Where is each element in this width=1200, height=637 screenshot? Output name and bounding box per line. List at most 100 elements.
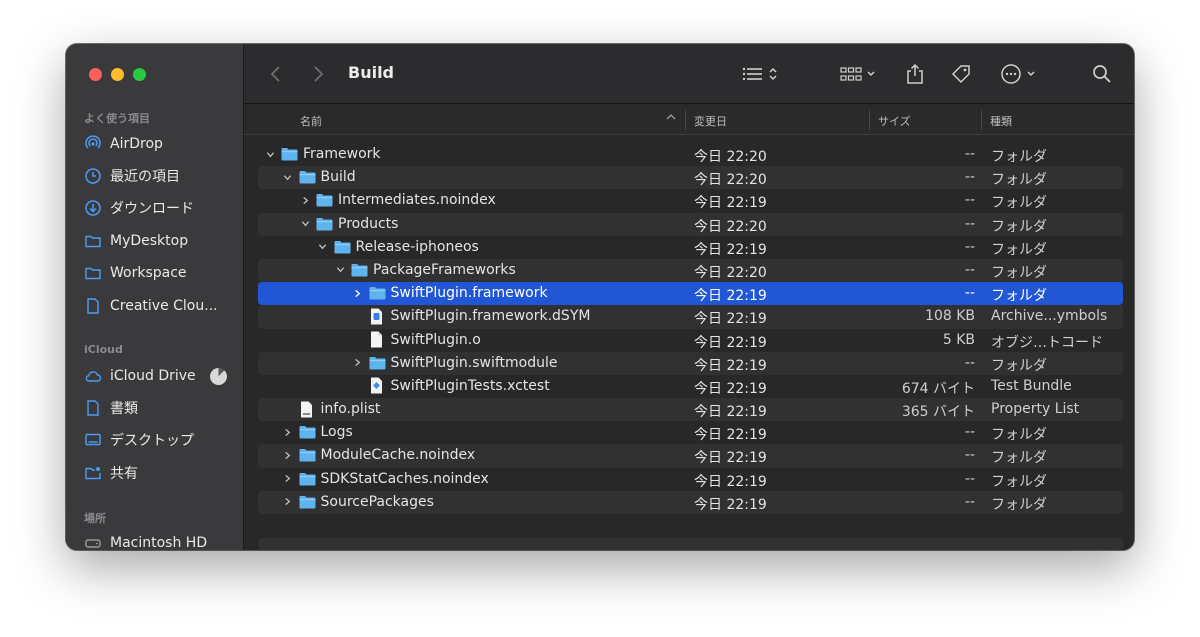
name-cell: SwiftPluginTests.xctest [352, 377, 550, 394]
close-window-button[interactable] [89, 68, 102, 81]
column-separator[interactable] [981, 110, 982, 130]
dsym-document-icon [369, 308, 386, 325]
file-name: SourcePackages [320, 493, 434, 510]
column-separator[interactable] [869, 110, 870, 130]
search-button[interactable] [1092, 62, 1112, 86]
disclosure-expanded-icon[interactable] [299, 218, 311, 230]
sidebar-item-airdrop[interactable]: AirDrop [84, 132, 236, 156]
date-cell: 今日 22:20 [694, 149, 767, 165]
sidebar-item-downloads[interactable]: ダウンロード [84, 196, 236, 220]
zoom-window-button[interactable] [133, 68, 146, 81]
sidebar-item-label: Workspace [110, 265, 187, 281]
column-separator[interactable] [685, 110, 686, 130]
view-mode-list-button[interactable] [742, 62, 778, 86]
sidebar-item-mydesktop[interactable]: MyDesktop [84, 229, 236, 253]
share-button[interactable] [905, 62, 925, 86]
table-row[interactable]: Logs 今日 22:19 -- フォルダ [258, 421, 1123, 444]
date-cell: 今日 22:19 [694, 195, 767, 212]
disclosure-expanded-icon[interactable] [282, 171, 294, 183]
kind-cell: フォルダ [991, 427, 1047, 444]
column-name-header[interactable]: 名前 [300, 113, 322, 129]
chevron-right-icon [312, 65, 324, 83]
kind-cell: オブジ…トコード [991, 334, 1103, 351]
sidebar-item-icloud-drive[interactable]: iCloud Drive [84, 364, 236, 388]
name-cell: SwiftPlugin.o [352, 331, 481, 348]
folder-icon [351, 262, 368, 277]
tag-icon [950, 63, 972, 85]
tag-button[interactable] [950, 62, 972, 86]
forward-button[interactable] [312, 62, 324, 86]
disclosure-collapsed-icon[interactable] [352, 287, 364, 299]
table-row[interactable]: SourcePackages 今日 22:19 -- フォルダ [258, 490, 1123, 514]
disclosure-collapsed-icon[interactable] [282, 449, 294, 461]
table-row[interactable]: SwiftPlugin.o 今日 22:19 5 KB オブジ…トコード [258, 329, 1123, 352]
table-row[interactable]: Release-iphoneos 今日 22:19 -- フォルダ [258, 236, 1123, 259]
table-row[interactable]: SwiftPlugin.swiftmodule 今日 22:19 -- フォルダ [258, 351, 1123, 375]
table-row-selected[interactable]: SwiftPlugin.framework 今日 22:19 -- フォルダ [258, 282, 1123, 306]
document-icon [84, 399, 102, 417]
date-cell: 今日 22:19 [694, 427, 767, 444]
size-cell: -- [964, 493, 975, 510]
table-row[interactable]: Framework 今日 22:20 -- フォルダ [258, 143, 1123, 166]
table-row[interactable]: Intermediates.noindex 今日 22:19 -- フォルダ [258, 189, 1123, 212]
file-name: Build [320, 169, 356, 186]
disclosure-collapsed-icon[interactable] [282, 426, 294, 438]
table-row[interactable]: Products 今日 22:20 -- フォルダ [258, 212, 1123, 236]
folder-icon [299, 448, 316, 463]
back-button[interactable] [270, 62, 282, 86]
finder-window: よく使う項目 AirDrop 最近の項目 ダウンロード MyDesktop Wo… [66, 44, 1134, 550]
sidebar-item-workspace[interactable]: Workspace [84, 261, 236, 285]
disclosure-collapsed-icon[interactable] [282, 473, 294, 485]
table-row[interactable]: SwiftPlugin.framework.dSYM 今日 22:19 108 KB… [258, 305, 1123, 329]
xctest-bundle-icon [369, 377, 386, 394]
name-cell: Build [282, 169, 356, 185]
table-row[interactable]: Build 今日 22:20 -- フォルダ [258, 166, 1123, 190]
date-cell: 今日 22:20 [694, 218, 767, 235]
toolbar: Build [244, 44, 1134, 104]
download-icon [84, 199, 102, 217]
kind-cell: フォルダ [991, 149, 1047, 165]
date-cell: 今日 22:19 [694, 473, 767, 490]
size-cell: -- [964, 424, 975, 441]
folder-icon [299, 425, 316, 440]
name-cell: SDKStatCaches.noindex [282, 471, 489, 487]
search-icon [1092, 64, 1112, 84]
column-kind-header[interactable]: 種類 [990, 113, 1012, 129]
minimize-window-button[interactable] [111, 68, 124, 81]
table-row[interactable]: ModuleCache.noindex 今日 22:19 -- フォルダ [258, 444, 1123, 468]
size-cell: -- [964, 169, 975, 186]
sidebar-item-documents[interactable]: 書類 [84, 396, 236, 420]
date-cell: 今日 22:19 [694, 311, 767, 328]
sidebar-item-label: 書類 [110, 401, 138, 417]
group-button[interactable] [840, 62, 876, 86]
sidebar-section-favorites: よく使う項目 [84, 112, 150, 125]
table-row[interactable]: PackageFrameworks 今日 22:20 -- フォルダ [258, 258, 1123, 283]
more-actions-button[interactable] [1000, 62, 1036, 86]
table-row[interactable]: SDKStatCaches.noindex 今日 22:19 -- フォルダ [258, 468, 1123, 491]
folder-icon [299, 471, 316, 486]
disclosure-expanded-icon[interactable] [317, 241, 329, 253]
chevron-updown-icon [768, 66, 778, 82]
column-size-header[interactable]: サイズ [878, 113, 911, 129]
sidebar-item-macintosh-hd[interactable]: Macintosh HD [84, 531, 236, 550]
disclosure-expanded-icon[interactable] [334, 264, 346, 276]
column-date-header[interactable]: 変更日 [694, 113, 727, 129]
disclosure-collapsed-icon[interactable] [299, 194, 311, 206]
name-cell: Intermediates.noindex [299, 192, 496, 208]
ellipsis-circle-icon [1000, 63, 1022, 85]
disclosure-collapsed-icon[interactable] [352, 357, 364, 369]
disclosure-expanded-icon[interactable] [264, 148, 276, 160]
kind-cell: フォルダ [991, 172, 1047, 189]
kind-cell: Archive...ymbols [991, 308, 1108, 325]
sidebar-item-recents[interactable]: 最近の項目 [84, 164, 236, 188]
folder-icon [316, 216, 333, 231]
sidebar-item-shared[interactable]: 共有 [84, 461, 236, 485]
kind-cell: フォルダ [991, 496, 1047, 513]
table-row[interactable]: SwiftPluginTests.xctest 今日 22:19 674 バイト Te… [258, 375, 1123, 398]
disclosure-collapsed-icon[interactable] [282, 496, 294, 508]
sidebar-item-desktop[interactable]: デスクトップ [84, 428, 236, 452]
date-cell: 今日 22:19 [694, 241, 767, 258]
table-row[interactable]: info.plist 今日 22:19 365 バイト Property List [258, 398, 1123, 422]
date-cell: 今日 22:20 [694, 264, 767, 281]
sidebar-item-creative-cloud[interactable]: Creative Clou... [84, 294, 236, 318]
